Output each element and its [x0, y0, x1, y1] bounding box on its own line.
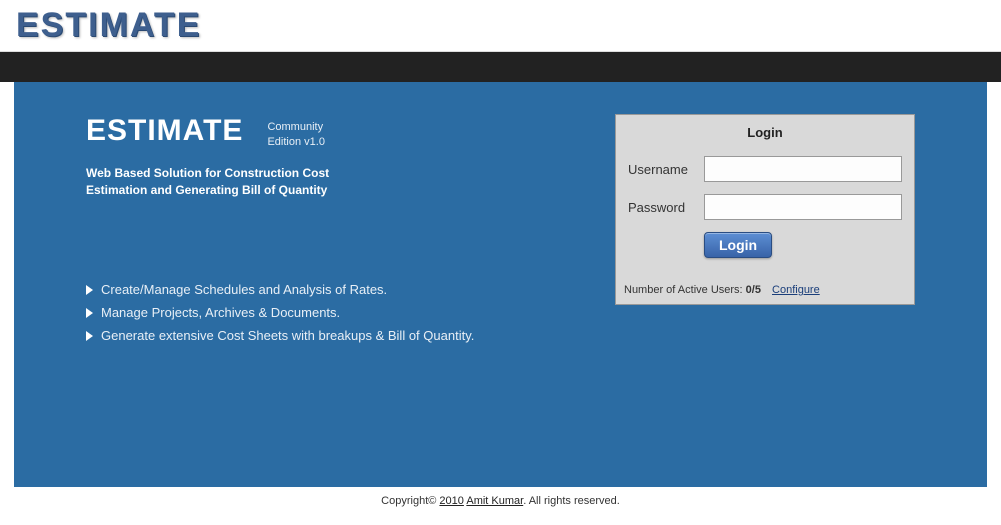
hero-left: ESTIMATE Community Edition v1.0 Web Base…: [86, 114, 615, 347]
active-users-count: 0/5: [746, 284, 761, 296]
feature-text: Generate extensive Cost Sheets with brea…: [101, 328, 474, 343]
hero-panel: ESTIMATE Community Edition v1.0 Web Base…: [14, 82, 987, 487]
feature-item: Create/Manage Schedules and Analysis of …: [86, 278, 575, 301]
login-box: Login Username Password Login Number of …: [615, 114, 915, 305]
edition-line1: Community: [267, 121, 323, 133]
arrow-icon: [86, 285, 93, 295]
configure-link[interactable]: Configure: [772, 284, 820, 296]
arrow-icon: [86, 308, 93, 318]
feature-item: Manage Projects, Archives & Documents.: [86, 301, 575, 324]
top-header: ESTIMATE: [0, 0, 1001, 52]
tagline-line1: Web Based Solution for Construction Cost: [86, 166, 329, 180]
footer-year-link[interactable]: 2010: [439, 495, 463, 507]
nav-bar: [0, 52, 1001, 82]
footer-author-link[interactable]: Amit Kumar: [466, 495, 523, 507]
login-meta: Number of Active Users: 0/5 Configure: [616, 280, 914, 304]
login-body: Username Password Login: [616, 150, 914, 280]
login-button[interactable]: Login: [704, 232, 772, 258]
active-users-prefix: Number of Active Users:: [624, 284, 746, 296]
footer-suffix: . All rights reserved.: [523, 495, 620, 507]
feature-text: Create/Manage Schedules and Analysis of …: [101, 282, 387, 297]
username-row: Username: [628, 156, 902, 182]
app-logo: ESTIMATE: [16, 6, 201, 44]
tagline: Web Based Solution for Construction Cost…: [86, 165, 575, 199]
username-input[interactable]: [704, 156, 902, 182]
tagline-line2: Estimation and Generating Bill of Quanti…: [86, 183, 327, 197]
feature-item: Generate extensive Cost Sheets with brea…: [86, 324, 575, 347]
feature-text: Manage Projects, Archives & Documents.: [101, 305, 340, 320]
username-label: Username: [628, 162, 704, 177]
login-heading: Login: [616, 115, 914, 150]
edition-label: Community Edition v1.0: [267, 114, 324, 151]
password-label: Password: [628, 200, 704, 215]
main-area: ESTIMATE Community Edition v1.0 Web Base…: [0, 82, 1001, 525]
feature-list: Create/Manage Schedules and Analysis of …: [86, 278, 575, 347]
hero-title-row: ESTIMATE Community Edition v1.0: [86, 114, 575, 151]
footer: Copyright© 2010 Amit Kumar. All rights r…: [14, 487, 987, 521]
arrow-icon: [86, 331, 93, 341]
hero-title: ESTIMATE: [86, 114, 243, 148]
footer-prefix: Copyright©: [381, 495, 439, 507]
edition-line2: Edition v1.0: [267, 136, 324, 148]
password-input[interactable]: [704, 194, 902, 220]
login-button-row: Login: [628, 232, 902, 258]
password-row: Password: [628, 194, 902, 220]
